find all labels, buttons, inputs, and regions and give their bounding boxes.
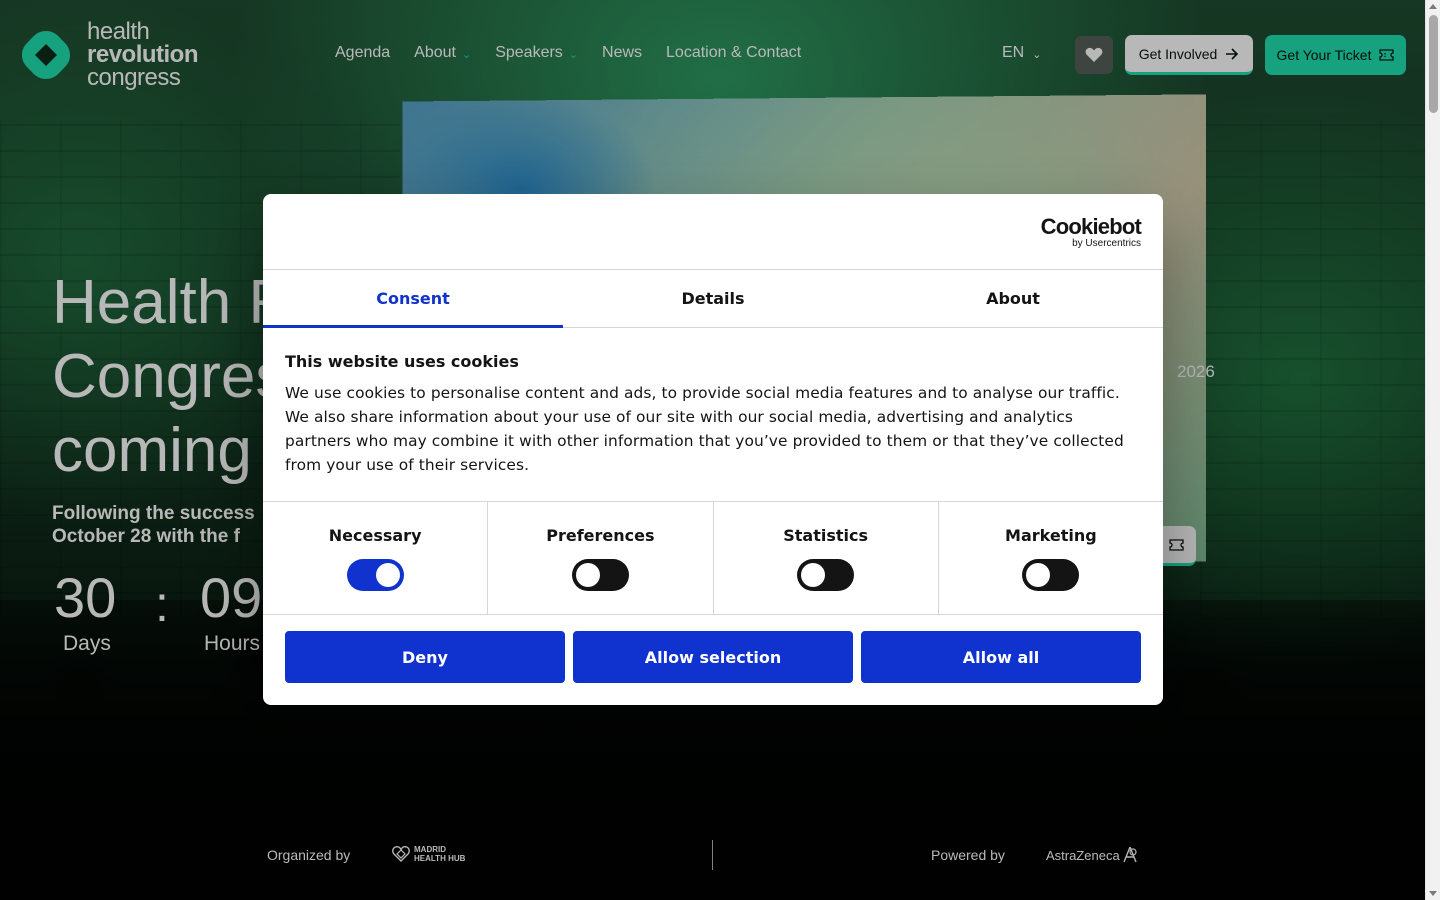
dialog-actions: Deny Allow selection Allow all (263, 615, 1163, 699)
toggle-statistics-switch[interactable] (797, 559, 854, 591)
dialog-header: Cookiebot by Usercentrics (263, 194, 1163, 270)
toggle-knob (376, 563, 400, 587)
tab-details[interactable]: Details (563, 270, 863, 327)
toggle-knob (1026, 563, 1050, 587)
cookiebot-brand: Cookiebot (1041, 216, 1141, 238)
deny-button[interactable]: Deny (285, 631, 565, 683)
scrollbar-thumb[interactable] (1429, 15, 1438, 113)
toggle-marketing-label: Marketing (1005, 526, 1097, 545)
dialog-tabs: Consent Details About (263, 270, 1163, 328)
cookiebot-logo[interactable]: Cookiebot by Usercentrics (1041, 216, 1141, 249)
toggle-preferences-label: Preferences (546, 526, 654, 545)
tab-about[interactable]: About (863, 270, 1163, 327)
consent-toggles: Necessary Preferences Statistics Marketi… (263, 502, 1163, 615)
scroll-up-arrow-icon[interactable] (1429, 4, 1437, 9)
toggle-marketing-group: Marketing (939, 502, 1163, 614)
cookie-consent-dialog: Cookiebot by Usercentrics Consent Detail… (263, 194, 1163, 705)
scroll-down-arrow-icon[interactable] (1429, 891, 1437, 896)
dialog-body: This website uses cookies We use cookies… (263, 328, 1163, 502)
allow-all-button[interactable]: Allow all (861, 631, 1141, 683)
cookiebot-brand-sub: by Usercentrics (1041, 238, 1141, 249)
page-scrollbar[interactable] (1425, 0, 1440, 900)
dialog-description: We use cookies to personalise content an… (285, 381, 1141, 477)
dialog-heading: This website uses cookies (285, 352, 1141, 371)
toggle-knob (801, 563, 825, 587)
toggle-statistics-group: Statistics (714, 502, 939, 614)
allow-selection-button[interactable]: Allow selection (573, 631, 853, 683)
toggle-statistics-label: Statistics (783, 526, 868, 545)
toggle-necessary-label: Necessary (329, 526, 422, 545)
toggle-necessary-group: Necessary (263, 502, 488, 614)
toggle-preferences-switch[interactable] (572, 559, 629, 591)
tab-consent[interactable]: Consent (263, 270, 563, 327)
toggle-knob (576, 563, 600, 587)
toggle-necessary-switch[interactable] (347, 559, 404, 591)
toggle-marketing-switch[interactable] (1022, 559, 1079, 591)
toggle-preferences-group: Preferences (488, 502, 713, 614)
